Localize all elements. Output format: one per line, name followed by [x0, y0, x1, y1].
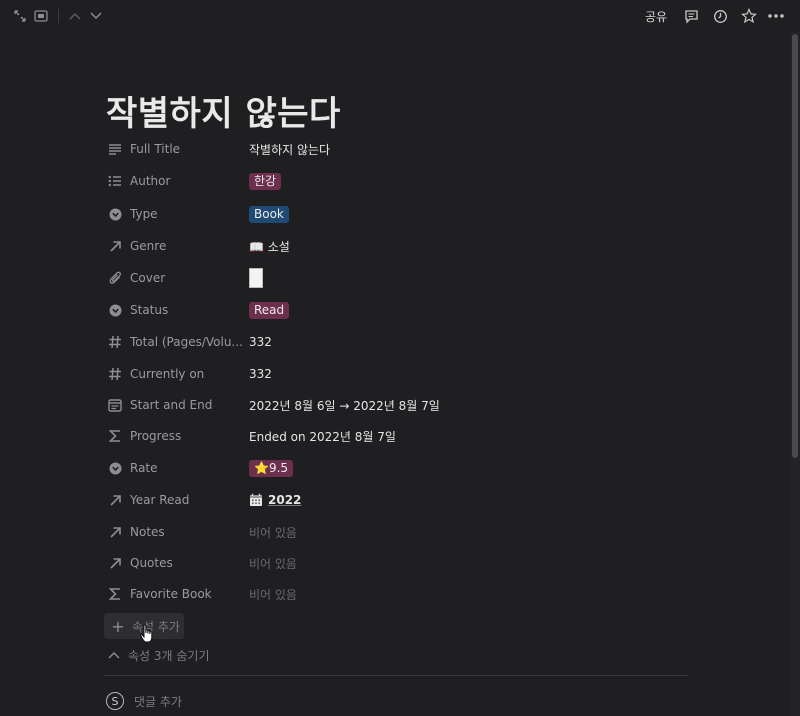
relation-icon [106, 491, 124, 509]
property-currently-on[interactable]: Currently on 332 [104, 360, 690, 388]
formula-icon [106, 427, 124, 445]
calendar-icon [249, 493, 263, 507]
formula-icon [106, 585, 124, 603]
author-tag[interactable]: 한강 [249, 172, 282, 190]
property-label: Rate [130, 461, 158, 475]
toolbar-divider [58, 9, 59, 23]
property-label: Total (Pages/Volu... [130, 335, 243, 349]
relation-icon [106, 523, 124, 541]
add-comment-label[interactable]: 댓글 추가 [134, 693, 182, 710]
property-cover[interactable]: Cover [104, 264, 690, 292]
section-divider [104, 675, 688, 676]
property-value[interactable]: 332 [249, 328, 272, 356]
property-empty-value[interactable]: 비어 있음 [249, 518, 297, 546]
attachment-icon [106, 269, 124, 287]
comment-icon[interactable] [683, 8, 699, 24]
property-label: Year Read [130, 493, 190, 507]
plus-icon: + [111, 616, 125, 636]
property-favorite-book[interactable]: Favorite Book 비어 있음 [104, 580, 690, 608]
history-icon[interactable] [712, 8, 728, 24]
expand-icon[interactable] [12, 8, 28, 24]
top-bar: 공유 [0, 0, 800, 32]
property-quotes[interactable]: Quotes 비어 있음 [104, 549, 690, 577]
property-notes[interactable]: Notes 비어 있음 [104, 518, 690, 546]
property-label: Status [130, 303, 169, 317]
property-progress[interactable]: Progress Ended on 2022년 8월 7일 [104, 422, 690, 450]
chevron-down-icon[interactable] [88, 8, 104, 24]
relation-icon [106, 237, 124, 255]
property-value[interactable]: 2022년 8월 6일 → 2022년 8월 7일 [249, 391, 440, 419]
property-value[interactable]: 작별하지 않는다 [249, 135, 330, 163]
share-button[interactable]: 공유 [645, 8, 667, 25]
page-title[interactable]: 작별하지 않는다 [106, 86, 341, 135]
property-genre[interactable]: Genre 📖 소설 [104, 232, 690, 260]
status-tag[interactable]: Read [249, 301, 290, 319]
number-icon [106, 365, 124, 383]
property-label: Cover [130, 271, 166, 285]
property-full-title[interactable]: Full Title 작별하지 않는다 [104, 135, 690, 163]
select-icon [106, 301, 124, 319]
property-label: Author [130, 174, 171, 188]
hand-cursor-icon [140, 624, 154, 648]
number-icon [106, 333, 124, 351]
text-icon [106, 140, 124, 158]
property-value[interactable]: Ended on 2022년 8월 7일 [249, 422, 396, 450]
more-icon[interactable] [768, 8, 784, 24]
property-empty-value[interactable]: 비어 있음 [249, 580, 297, 608]
property-year-read[interactable]: Year Read 2022 [104, 486, 690, 514]
property-label: Type [130, 207, 158, 221]
property-type[interactable]: Type Book [104, 200, 690, 228]
property-label: Quotes [130, 556, 173, 570]
layout-icon[interactable] [33, 8, 49, 24]
property-total-pages[interactable]: Total (Pages/Volu... 332 [104, 328, 690, 356]
add-comment[interactable]: S 댓글 추가 [106, 690, 182, 712]
property-label: Favorite Book [130, 587, 212, 601]
property-label: Currently on [130, 367, 205, 381]
property-label: Start and End [130, 398, 213, 412]
property-status[interactable]: Status Read [104, 296, 690, 324]
list-icon [106, 172, 124, 190]
chevron-up-icon [108, 648, 120, 662]
property-empty-value[interactable]: 비어 있음 [249, 549, 297, 577]
date-icon [106, 396, 124, 414]
property-author[interactable]: Author 한강 [104, 167, 690, 195]
hide-properties-label: 속성 3개 숨기기 [128, 648, 210, 663]
property-start-and-end[interactable]: Start and End 2022년 8월 6일 → 2022년 8월 7일 [104, 391, 690, 419]
year-read-link[interactable]: 2022 [268, 493, 301, 507]
hide-properties-toggle[interactable]: 속성 3개 숨기기 [108, 645, 210, 665]
relation-icon [106, 554, 124, 572]
property-label: Progress [130, 429, 182, 443]
genre-link[interactable]: 📖 소설 [249, 232, 290, 260]
rate-tag[interactable]: ⭐9.5 [249, 459, 294, 477]
select-icon [106, 459, 124, 477]
scrollbar-thumb[interactable] [792, 34, 798, 458]
avatar: S [106, 692, 124, 710]
property-rate[interactable]: Rate ⭐9.5 [104, 454, 690, 482]
chevron-up-icon[interactable] [67, 8, 83, 24]
property-value[interactable]: 332 [249, 360, 272, 388]
type-tag[interactable]: Book [249, 205, 289, 223]
star-icon[interactable] [741, 8, 757, 24]
property-label: Notes [130, 525, 165, 539]
cover-image-thumbnail[interactable] [249, 268, 263, 288]
property-label: Full Title [130, 142, 181, 156]
select-icon [106, 205, 124, 223]
property-label: Genre [130, 239, 167, 253]
